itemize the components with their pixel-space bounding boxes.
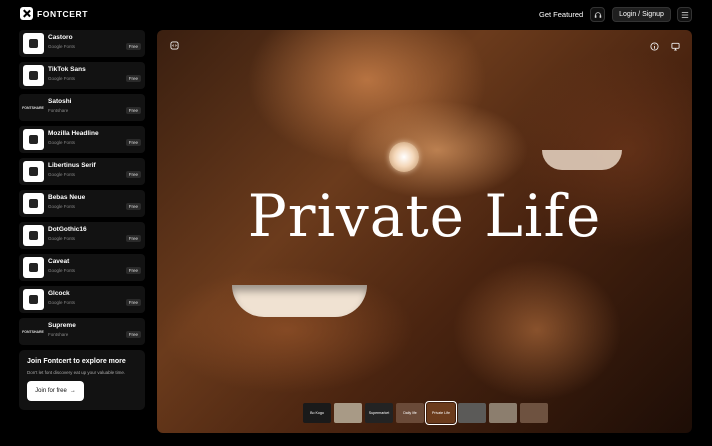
font-source: Google Fonts: [48, 44, 76, 49]
font-name: Mozilla Headline: [48, 130, 99, 137]
font-name: Glcock: [48, 290, 70, 297]
font-logo-icon: [29, 167, 38, 176]
font-source: Google Fonts: [48, 172, 76, 177]
font-thumbnail: [23, 257, 44, 278]
free-badge: Free: [125, 107, 141, 114]
logo[interactable]: FONTCERT: [20, 7, 88, 20]
font-thumbnail: [23, 193, 44, 214]
menu-button[interactable]: [677, 7, 692, 22]
join-for-free-button[interactable]: Join for free →: [27, 381, 84, 401]
font-thumbnail: [23, 33, 44, 54]
font-thumbnail: FONTSHARE: [21, 321, 45, 342]
font-name: Satoshi: [48, 98, 72, 105]
get-featured-link[interactable]: Get Featured: [539, 10, 583, 19]
join-button-label: Join for free: [35, 388, 67, 394]
code-icon[interactable]: [168, 39, 180, 51]
free-badge: Free: [125, 171, 141, 178]
font-thumbnail: [23, 65, 44, 86]
join-card: Join Fontcert to explore more Don't let …: [19, 350, 145, 410]
font-source: Google Fonts: [48, 140, 76, 145]
monitor-icon[interactable]: [669, 40, 681, 52]
hero-photo-detail: [232, 285, 367, 317]
font-name: TikTok Sans: [48, 66, 86, 73]
hero-preview: Private Life Bo Kogo Supermarket Daily lif…: [157, 30, 692, 433]
logo-mark-icon: [20, 7, 33, 20]
font-thumbnail: FONTSHARE: [21, 97, 45, 118]
preview-thumbnails: Bo Kogo Supermarket Daily life Private Life: [303, 401, 548, 425]
free-badge: Free: [125, 331, 141, 338]
logo-text: FONTCERT: [37, 8, 89, 19]
preview-thumbnail[interactable]: [334, 403, 362, 423]
font-card[interactable]: Caveat Google Fonts Free: [19, 254, 145, 281]
hamburger-icon: [681, 11, 688, 18]
font-source: Fontshare: [48, 332, 69, 337]
font-source: Fontshare: [48, 108, 69, 113]
hero-photo-detail: [389, 142, 419, 172]
preview-thumbnail[interactable]: Private Life: [425, 401, 457, 425]
font-thumbnail: [23, 289, 44, 310]
font-card[interactable]: DotGothic16 Google Fonts Free: [19, 222, 145, 249]
font-logo-icon: [29, 295, 38, 304]
free-badge: Free: [125, 267, 141, 274]
font-logo-icon: [29, 71, 38, 80]
headset-icon: [594, 11, 601, 18]
preview-thumbnail[interactable]: [489, 403, 517, 423]
free-badge: Free: [125, 75, 141, 82]
preview-thumbnail[interactable]: Bo Kogo: [303, 403, 331, 423]
free-badge: Free: [125, 139, 141, 146]
font-logo-icon: [29, 263, 38, 272]
arrow-right-icon: →: [69, 388, 76, 394]
preview-thumbnail[interactable]: Supermarket: [365, 403, 393, 423]
font-thumbnail-word: FONTSHARE: [22, 105, 44, 110]
font-logo-icon: [29, 135, 38, 144]
top-bar: FONTCERT Get Featured Login / Signup: [0, 0, 712, 30]
free-badge: Free: [125, 235, 141, 242]
support-button[interactable]: [590, 7, 605, 22]
font-source: Google Fonts: [48, 236, 76, 241]
join-title: Join Fontcert to explore more: [27, 358, 126, 365]
font-name: Caveat: [48, 258, 70, 265]
font-card[interactable]: Mozilla Headline Google Fonts Free: [19, 126, 145, 153]
font-card[interactable]: FONTSHARE Satoshi Fontshare Free: [19, 94, 145, 121]
login-signup-button[interactable]: Login / Signup: [612, 7, 671, 22]
free-badge: Free: [125, 43, 141, 50]
preview-thumbnail[interactable]: [520, 403, 548, 423]
font-logo-icon: [29, 199, 38, 208]
font-card[interactable]: Glcock Google Fonts Free: [19, 286, 145, 313]
font-source: Google Fonts: [48, 76, 76, 81]
font-thumbnail: [23, 161, 44, 182]
font-card[interactable]: Castoro Google Fonts Free: [19, 30, 145, 57]
font-name: DotGothic16: [48, 226, 87, 233]
font-logo-icon: [29, 231, 38, 240]
font-source: Google Fonts: [48, 204, 76, 209]
font-thumbnail-word: FONTSHARE: [22, 329, 44, 334]
preview-thumbnail[interactable]: [458, 403, 486, 423]
font-logo-icon: [29, 39, 38, 48]
font-source: Google Fonts: [48, 268, 76, 273]
hero-title: Private Life: [247, 182, 602, 250]
font-card[interactable]: Libertinus Serif Google Fonts Free: [19, 158, 145, 185]
preview-thumbnail[interactable]: Daily life: [396, 403, 424, 423]
font-name: Libertinus Serif: [48, 162, 96, 169]
join-description: Don't let font discovery eat up your val…: [27, 370, 126, 375]
free-badge: Free: [125, 203, 141, 210]
free-badge: Free: [125, 299, 141, 306]
font-card[interactable]: TikTok Sans Google Fonts Free: [19, 62, 145, 89]
font-thumbnail: [23, 129, 44, 150]
font-thumbnail: [23, 225, 44, 246]
info-icon[interactable]: [648, 40, 660, 52]
font-name: Bebas Neue: [48, 194, 86, 201]
hero-photo-detail: [542, 150, 622, 170]
font-source: Google Fonts: [48, 300, 76, 305]
font-name: Castoro: [48, 34, 73, 41]
font-name: Supreme: [48, 322, 76, 329]
font-card[interactable]: Bebas Neue Google Fonts Free: [19, 190, 145, 217]
font-card[interactable]: FONTSHARE Supreme Fontshare Free: [19, 318, 145, 345]
